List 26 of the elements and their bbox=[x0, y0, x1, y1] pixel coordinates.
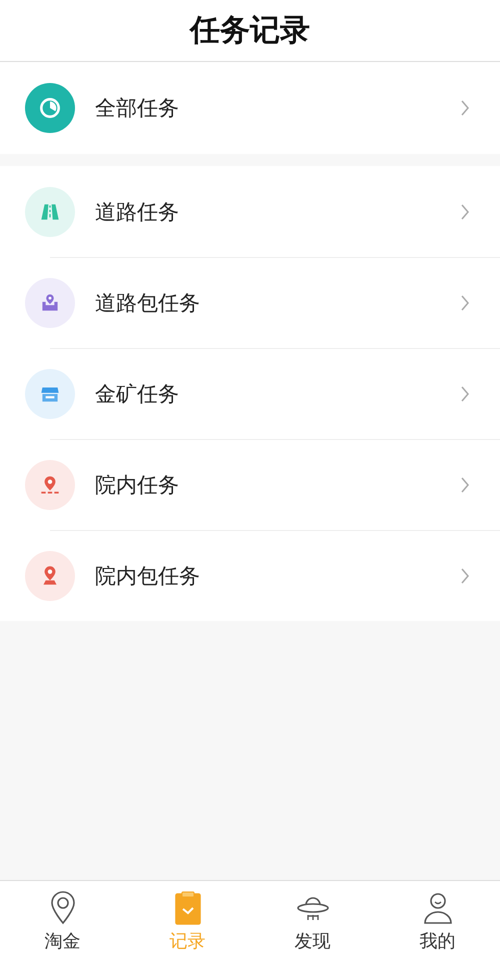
task-label: 金矿任务 bbox=[95, 380, 180, 408]
chevron-right-icon bbox=[460, 476, 470, 494]
task-label: 全部任务 bbox=[95, 95, 180, 122]
task-list-item[interactable]: 院内任务 bbox=[0, 439, 500, 530]
task-list-item[interactable]: 道路任务 bbox=[0, 166, 500, 257]
task-list-item[interactable]: 全部任务 bbox=[0, 62, 500, 154]
tab-item[interactable]: 我的 bbox=[375, 881, 500, 962]
tab-label: 发现 bbox=[294, 930, 330, 953]
task-label: 院内任务 bbox=[95, 472, 180, 498]
page-title: 任务记录 bbox=[190, 12, 310, 50]
tab-label: 淘金 bbox=[44, 930, 80, 953]
tab-label: 记录 bbox=[170, 930, 206, 953]
task-label: 道路包任务 bbox=[95, 290, 201, 316]
tab-item[interactable]: 淘金 bbox=[0, 881, 125, 962]
task-label: 院内包任务 bbox=[95, 562, 201, 590]
chevron-right-icon bbox=[460, 202, 470, 220]
task-list-item[interactable]: 院内包任务 bbox=[0, 530, 500, 621]
chevron-right-icon bbox=[460, 99, 470, 117]
task-label: 道路任务 bbox=[95, 198, 180, 226]
tab-label: 我的 bbox=[420, 930, 456, 953]
tab-item[interactable]: 发现 bbox=[250, 881, 375, 962]
task-list-item[interactable]: 道路包任务 bbox=[0, 257, 500, 348]
chevron-right-icon bbox=[460, 294, 470, 312]
task-list-item[interactable]: 金矿任务 bbox=[0, 348, 500, 439]
chevron-right-icon bbox=[460, 384, 470, 402]
chevron-right-icon bbox=[460, 566, 470, 584]
